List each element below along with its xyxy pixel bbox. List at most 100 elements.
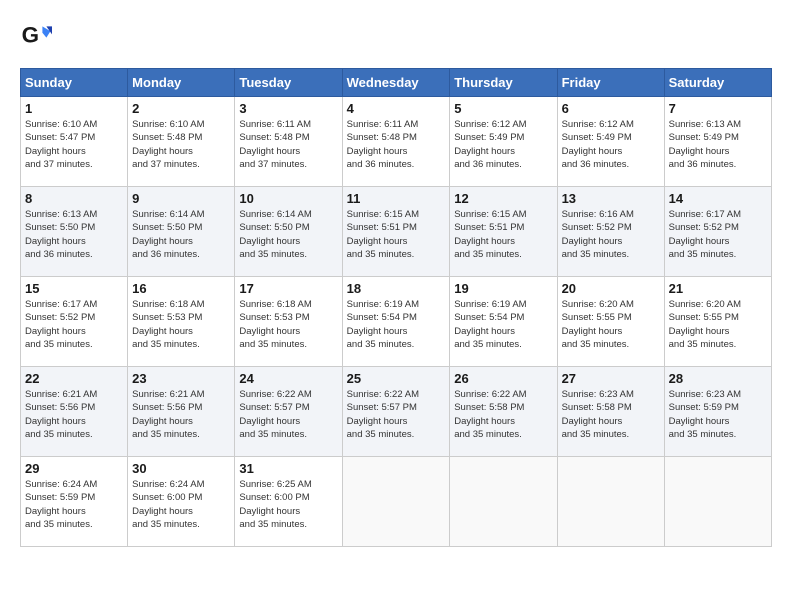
logo-icon: G [20, 20, 52, 52]
day-number: 6 [562, 101, 660, 116]
weekday-header-wednesday: Wednesday [342, 69, 450, 97]
day-number: 16 [132, 281, 230, 296]
weekday-header-thursday: Thursday [450, 69, 557, 97]
calendar-cell: 22 Sunrise: 6:21 AM Sunset: 5:56 PM Dayl… [21, 367, 128, 457]
day-number: 4 [347, 101, 446, 116]
day-info: Sunrise: 6:18 AM Sunset: 5:53 PM Dayligh… [132, 298, 230, 351]
calendar-cell: 23 Sunrise: 6:21 AM Sunset: 5:56 PM Dayl… [128, 367, 235, 457]
weekday-header-tuesday: Tuesday [235, 69, 342, 97]
day-number: 20 [562, 281, 660, 296]
calendar-cell: 9 Sunrise: 6:14 AM Sunset: 5:50 PM Dayli… [128, 187, 235, 277]
calendar-cell: 17 Sunrise: 6:18 AM Sunset: 5:53 PM Dayl… [235, 277, 342, 367]
day-info: Sunrise: 6:12 AM Sunset: 5:49 PM Dayligh… [562, 118, 660, 171]
day-number: 11 [347, 191, 446, 206]
calendar-cell: 26 Sunrise: 6:22 AM Sunset: 5:58 PM Dayl… [450, 367, 557, 457]
calendar-cell: 1 Sunrise: 6:10 AM Sunset: 5:47 PM Dayli… [21, 97, 128, 187]
calendar-week-4: 22 Sunrise: 6:21 AM Sunset: 5:56 PM Dayl… [21, 367, 772, 457]
day-info: Sunrise: 6:15 AM Sunset: 5:51 PM Dayligh… [347, 208, 446, 261]
calendar-cell [664, 457, 771, 547]
calendar-cell: 6 Sunrise: 6:12 AM Sunset: 5:49 PM Dayli… [557, 97, 664, 187]
day-number: 2 [132, 101, 230, 116]
day-number: 24 [239, 371, 337, 386]
calendar-cell: 12 Sunrise: 6:15 AM Sunset: 5:51 PM Dayl… [450, 187, 557, 277]
day-info: Sunrise: 6:25 AM Sunset: 6:00 PM Dayligh… [239, 478, 337, 531]
day-info: Sunrise: 6:19 AM Sunset: 5:54 PM Dayligh… [347, 298, 446, 351]
day-info: Sunrise: 6:13 AM Sunset: 5:49 PM Dayligh… [669, 118, 767, 171]
day-number: 17 [239, 281, 337, 296]
calendar-cell: 21 Sunrise: 6:20 AM Sunset: 5:55 PM Dayl… [664, 277, 771, 367]
calendar-cell: 7 Sunrise: 6:13 AM Sunset: 5:49 PM Dayli… [664, 97, 771, 187]
calendar-cell: 10 Sunrise: 6:14 AM Sunset: 5:50 PM Dayl… [235, 187, 342, 277]
day-info: Sunrise: 6:16 AM Sunset: 5:52 PM Dayligh… [562, 208, 660, 261]
calendar-cell: 3 Sunrise: 6:11 AM Sunset: 5:48 PM Dayli… [235, 97, 342, 187]
day-info: Sunrise: 6:23 AM Sunset: 5:59 PM Dayligh… [669, 388, 767, 441]
day-info: Sunrise: 6:17 AM Sunset: 5:52 PM Dayligh… [25, 298, 123, 351]
calendar-cell: 2 Sunrise: 6:10 AM Sunset: 5:48 PM Dayli… [128, 97, 235, 187]
day-number: 5 [454, 101, 552, 116]
day-info: Sunrise: 6:21 AM Sunset: 5:56 PM Dayligh… [132, 388, 230, 441]
day-info: Sunrise: 6:20 AM Sunset: 5:55 PM Dayligh… [562, 298, 660, 351]
day-number: 8 [25, 191, 123, 206]
day-info: Sunrise: 6:17 AM Sunset: 5:52 PM Dayligh… [669, 208, 767, 261]
day-info: Sunrise: 6:24 AM Sunset: 6:00 PM Dayligh… [132, 478, 230, 531]
day-info: Sunrise: 6:13 AM Sunset: 5:50 PM Dayligh… [25, 208, 123, 261]
day-info: Sunrise: 6:24 AM Sunset: 5:59 PM Dayligh… [25, 478, 123, 531]
day-info: Sunrise: 6:12 AM Sunset: 5:49 PM Dayligh… [454, 118, 552, 171]
calendar-cell: 25 Sunrise: 6:22 AM Sunset: 5:57 PM Dayl… [342, 367, 450, 457]
calendar-cell: 14 Sunrise: 6:17 AM Sunset: 5:52 PM Dayl… [664, 187, 771, 277]
calendar-cell: 13 Sunrise: 6:16 AM Sunset: 5:52 PM Dayl… [557, 187, 664, 277]
calendar-cell [342, 457, 450, 547]
day-number: 21 [669, 281, 767, 296]
day-info: Sunrise: 6:10 AM Sunset: 5:48 PM Dayligh… [132, 118, 230, 171]
day-info: Sunrise: 6:23 AM Sunset: 5:58 PM Dayligh… [562, 388, 660, 441]
calendar-cell: 5 Sunrise: 6:12 AM Sunset: 5:49 PM Dayli… [450, 97, 557, 187]
calendar-header-row: SundayMondayTuesdayWednesdayThursdayFrid… [21, 69, 772, 97]
calendar-cell [557, 457, 664, 547]
calendar-cell: 11 Sunrise: 6:15 AM Sunset: 5:51 PM Dayl… [342, 187, 450, 277]
svg-text:G: G [22, 22, 39, 47]
calendar-cell: 8 Sunrise: 6:13 AM Sunset: 5:50 PM Dayli… [21, 187, 128, 277]
day-number: 30 [132, 461, 230, 476]
calendar-cell: 16 Sunrise: 6:18 AM Sunset: 5:53 PM Dayl… [128, 277, 235, 367]
calendar-cell [450, 457, 557, 547]
calendar-cell: 29 Sunrise: 6:24 AM Sunset: 5:59 PM Dayl… [21, 457, 128, 547]
calendar-cell: 19 Sunrise: 6:19 AM Sunset: 5:54 PM Dayl… [450, 277, 557, 367]
calendar-cell: 27 Sunrise: 6:23 AM Sunset: 5:58 PM Dayl… [557, 367, 664, 457]
day-number: 14 [669, 191, 767, 206]
day-info: Sunrise: 6:22 AM Sunset: 5:58 PM Dayligh… [454, 388, 552, 441]
calendar-table: SundayMondayTuesdayWednesdayThursdayFrid… [20, 68, 772, 547]
day-number: 31 [239, 461, 337, 476]
day-info: Sunrise: 6:15 AM Sunset: 5:51 PM Dayligh… [454, 208, 552, 261]
calendar-cell: 4 Sunrise: 6:11 AM Sunset: 5:48 PM Dayli… [342, 97, 450, 187]
day-info: Sunrise: 6:14 AM Sunset: 5:50 PM Dayligh… [239, 208, 337, 261]
day-info: Sunrise: 6:11 AM Sunset: 5:48 PM Dayligh… [239, 118, 337, 171]
day-number: 10 [239, 191, 337, 206]
calendar-cell: 28 Sunrise: 6:23 AM Sunset: 5:59 PM Dayl… [664, 367, 771, 457]
weekday-header-sunday: Sunday [21, 69, 128, 97]
day-number: 7 [669, 101, 767, 116]
day-number: 19 [454, 281, 552, 296]
day-info: Sunrise: 6:22 AM Sunset: 5:57 PM Dayligh… [347, 388, 446, 441]
day-number: 28 [669, 371, 767, 386]
day-number: 23 [132, 371, 230, 386]
day-number: 13 [562, 191, 660, 206]
day-info: Sunrise: 6:21 AM Sunset: 5:56 PM Dayligh… [25, 388, 123, 441]
day-number: 25 [347, 371, 446, 386]
day-number: 29 [25, 461, 123, 476]
day-number: 26 [454, 371, 552, 386]
weekday-header-saturday: Saturday [664, 69, 771, 97]
day-number: 15 [25, 281, 123, 296]
day-number: 3 [239, 101, 337, 116]
calendar-week-1: 1 Sunrise: 6:10 AM Sunset: 5:47 PM Dayli… [21, 97, 772, 187]
calendar-cell: 18 Sunrise: 6:19 AM Sunset: 5:54 PM Dayl… [342, 277, 450, 367]
day-info: Sunrise: 6:10 AM Sunset: 5:47 PM Dayligh… [25, 118, 123, 171]
calendar-cell: 31 Sunrise: 6:25 AM Sunset: 6:00 PM Dayl… [235, 457, 342, 547]
day-number: 1 [25, 101, 123, 116]
day-info: Sunrise: 6:14 AM Sunset: 5:50 PM Dayligh… [132, 208, 230, 261]
page-header: G [20, 20, 772, 52]
calendar-cell: 24 Sunrise: 6:22 AM Sunset: 5:57 PM Dayl… [235, 367, 342, 457]
day-number: 18 [347, 281, 446, 296]
calendar-week-3: 15 Sunrise: 6:17 AM Sunset: 5:52 PM Dayl… [21, 277, 772, 367]
calendar-cell: 30 Sunrise: 6:24 AM Sunset: 6:00 PM Dayl… [128, 457, 235, 547]
calendar-week-2: 8 Sunrise: 6:13 AM Sunset: 5:50 PM Dayli… [21, 187, 772, 277]
